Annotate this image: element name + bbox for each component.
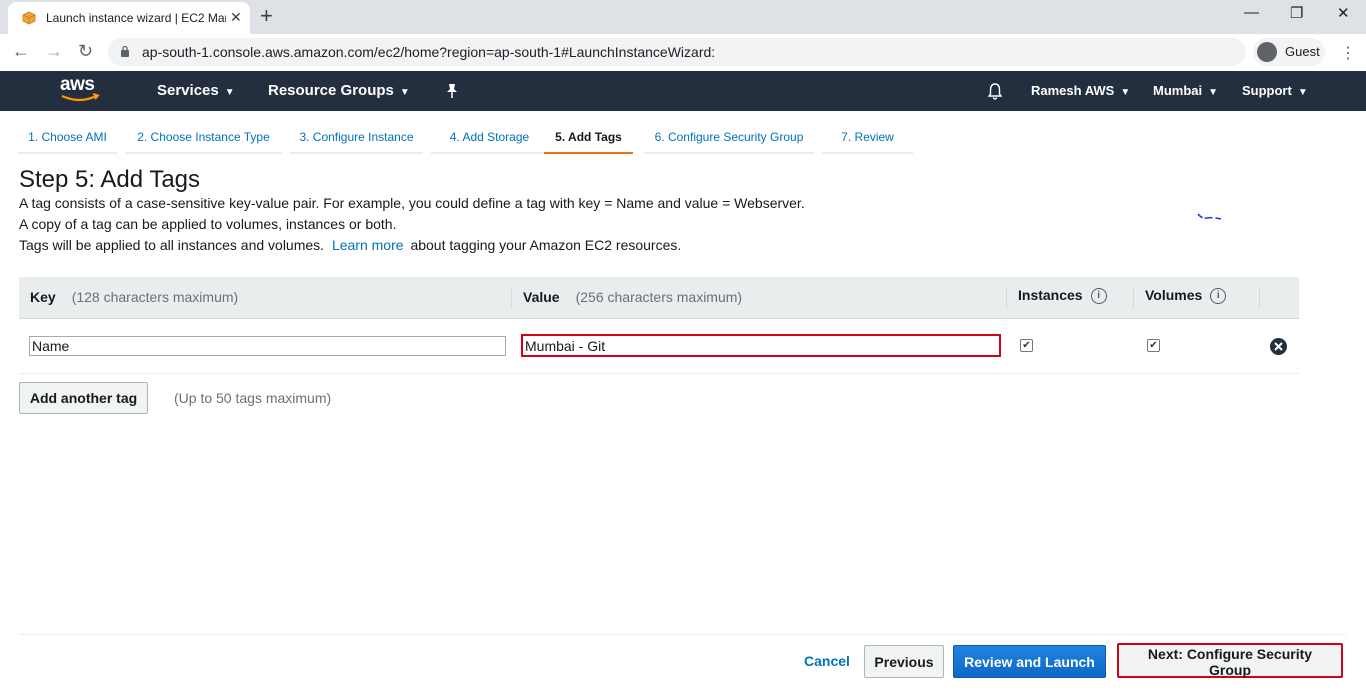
step-choose-ami[interactable]: 1. Choose AMI <box>18 124 117 154</box>
instances-checkbox[interactable]: ✔ <box>1020 339 1033 352</box>
description-text: about tagging your Amazon EC2 resources. <box>410 237 682 253</box>
column-divider <box>1133 287 1134 309</box>
close-icon[interactable]: ✕ <box>230 9 242 26</box>
aws-logo[interactable]: aws <box>60 74 102 106</box>
value-header-hint: (256 characters maximum) <box>575 289 743 305</box>
key-column-header: Key (128 characters maximum) <box>30 289 238 305</box>
step-review[interactable]: 7. Review <box>822 124 913 154</box>
plus-icon[interactable]: + <box>260 4 273 28</box>
step-label: 3. Configure Instance <box>299 130 414 144</box>
kebab-icon[interactable]: ⋮ <box>1340 43 1356 63</box>
forward-icon[interactable]: → <box>45 41 63 62</box>
profile-button[interactable]: Guest <box>1253 38 1325 66</box>
resource-groups-menu[interactable]: Resource Groups ▼ <box>268 82 410 99</box>
aws-navbar: aws Services ▼ Resource Groups ▼ Ramesh AW… <box>0 71 1366 111</box>
footer-divider <box>19 634 1346 635</box>
user-menu[interactable]: Ramesh AWS ▼ <box>1031 83 1130 98</box>
omnibox[interactable]: ap-south-1.console.aws.amazon.com/ec2/ho… <box>108 38 1246 66</box>
volumes-checkbox[interactable]: ✔ <box>1147 339 1160 352</box>
step-label: 7. Review <box>841 130 894 144</box>
tags-table-header: Key (128 characters maximum) Value (256 ch… <box>19 277 1299 319</box>
chevron-down-icon: ▼ <box>1208 87 1219 98</box>
instances-header-label: Instances <box>1018 287 1083 303</box>
value-column-header: Value (256 characters maximum) <box>523 289 742 305</box>
chevron-down-icon: ▼ <box>1297 87 1308 98</box>
tag-value-input[interactable] <box>521 334 1001 357</box>
address-bar-row: ← → ↻ ap-south-1.console.aws.amazon.com/… <box>0 34 1366 72</box>
check-icon: ✔ <box>1022 340 1031 351</box>
column-divider <box>1006 287 1007 309</box>
minimize-icon[interactable]: — <box>1244 4 1259 21</box>
info-icon[interactable]: i <box>1090 288 1107 305</box>
cancel-link[interactable]: Cancel <box>804 653 850 669</box>
support-label: Support <box>1242 83 1292 98</box>
step-label: 5. Add Tags <box>555 130 622 144</box>
description-line-3: Tags will be applied to all instances an… <box>19 237 681 253</box>
chevron-down-icon: ▼ <box>224 87 235 98</box>
resource-groups-label: Resource Groups <box>268 82 394 99</box>
step-label: 6. Configure Security Group <box>654 130 804 144</box>
page-title: Step 5: Add Tags <box>19 166 201 193</box>
step-add-tags[interactable]: 5. Add Tags <box>544 124 633 154</box>
pin-icon[interactable] <box>445 83 459 99</box>
value-header-label: Value <box>523 289 560 305</box>
restore-icon[interactable]: ❐ <box>1290 4 1303 22</box>
bell-icon[interactable] <box>987 82 1003 100</box>
step-configure-security-group[interactable]: 6. Configure Security Group <box>644 124 814 154</box>
browser-tab[interactable]: Launch instance wizard | EC2 Management … <box>8 2 250 34</box>
region-label: Mumbai <box>1153 83 1203 98</box>
url-text: ap-south-1.console.aws.amazon.com/ec2/ho… <box>142 44 716 60</box>
volumes-header-label: Volumes <box>1145 287 1203 303</box>
close-window-icon[interactable]: ✕ <box>1337 4 1350 22</box>
step-label: 1. Choose AMI <box>28 130 107 144</box>
tag-limit-text: (Up to 50 tags maximum) <box>174 390 332 406</box>
tab-title: Launch instance wizard | EC2 Management … <box>46 11 226 25</box>
column-divider <box>1259 287 1260 309</box>
instances-column-header: Instances i <box>1018 287 1107 305</box>
column-divider <box>511 287 512 309</box>
step-add-storage[interactable]: 4. Add Storage <box>431 124 548 154</box>
description-line-1: A tag consists of a case-sensitive key-v… <box>19 195 805 211</box>
step-label: 2. Choose Instance Type <box>137 130 270 144</box>
favicon-icon <box>22 11 36 25</box>
avatar-icon <box>1257 42 1277 62</box>
region-menu[interactable]: Mumbai ▼ <box>1153 83 1218 98</box>
reload-icon[interactable]: ↻ <box>78 41 93 62</box>
volumes-column-header: Volumes i <box>1145 287 1227 305</box>
user-label: Ramesh AWS <box>1031 83 1115 98</box>
check-icon: ✔ <box>1149 340 1158 351</box>
review-and-launch-button[interactable]: Review and Launch <box>953 645 1106 678</box>
annotation-mark <box>1197 213 1222 220</box>
next-configure-security-group-button[interactable]: Next: Configure Security Group <box>1117 643 1343 678</box>
services-label: Services <box>157 82 219 99</box>
previous-button[interactable]: Previous <box>864 645 944 678</box>
lock-icon <box>121 45 129 57</box>
chevron-down-icon: ▼ <box>399 87 410 98</box>
chevron-down-icon: ▼ <box>1120 87 1131 98</box>
profile-label: Guest <box>1285 44 1320 59</box>
description-line-2: A copy of a tag can be applied to volume… <box>19 216 397 232</box>
aws-smile-icon <box>61 93 100 102</box>
services-menu[interactable]: Services ▼ <box>157 82 235 99</box>
key-header-hint: (128 characters maximum) <box>71 289 239 305</box>
table-row: ✔ ✔ <box>19 319 1299 374</box>
remove-tag-icon[interactable] <box>1270 338 1287 355</box>
support-menu[interactable]: Support ▼ <box>1242 83 1308 98</box>
description-text: Tags will be applied to all instances an… <box>19 237 325 253</box>
tag-key-input[interactable] <box>29 336 506 356</box>
add-another-tag-button[interactable]: Add another tag <box>19 382 148 414</box>
step-configure-instance[interactable]: 3. Configure Instance <box>290 124 423 154</box>
learn-more-link[interactable]: Learn more <box>332 237 404 253</box>
step-choose-instance-type[interactable]: 2. Choose Instance Type <box>125 124 282 154</box>
browser-tab-strip: Launch instance wizard | EC2 Management … <box>0 0 1366 34</box>
info-icon[interactable]: i <box>1210 288 1227 305</box>
key-header-label: Key <box>30 289 56 305</box>
back-icon[interactable]: ← <box>12 41 30 62</box>
step-label: 4. Add Storage <box>449 130 530 144</box>
